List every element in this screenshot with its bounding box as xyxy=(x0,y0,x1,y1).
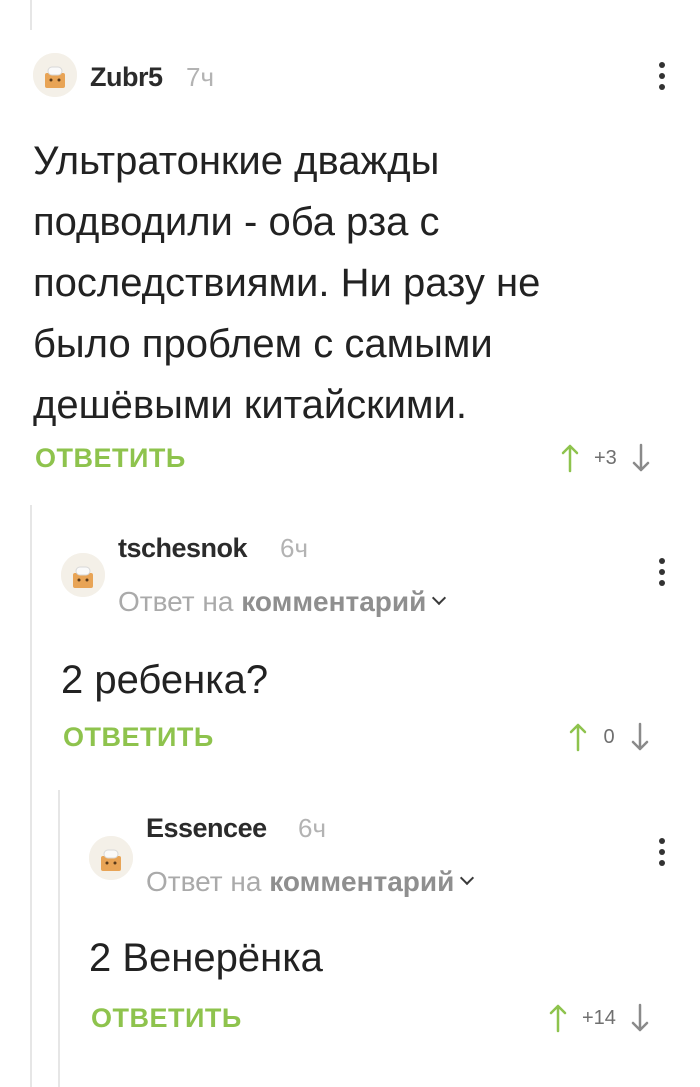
vote-controls: 0 xyxy=(568,720,650,754)
reply-to-link[interactable]: Ответ на комментарий xyxy=(118,586,447,618)
comment-time: 6ч xyxy=(280,533,309,563)
more-vertical-icon[interactable] xyxy=(657,558,667,592)
reply-to-prefix: Ответ на xyxy=(146,866,262,897)
thread-line-top xyxy=(30,0,32,30)
username[interactable]: tschesnok xyxy=(118,533,248,564)
more-vertical-icon[interactable] xyxy=(657,838,667,872)
comment-score: +14 xyxy=(582,1006,616,1029)
username[interactable]: Zubr5 xyxy=(90,62,163,93)
comment-text: 2 ребенка? xyxy=(61,658,269,702)
reply-button[interactable]: ОТВЕТИТЬ xyxy=(63,722,214,753)
comment-time: 6ч xyxy=(298,813,327,843)
thread-line-level-2 xyxy=(58,790,60,1087)
default-avatar-icon xyxy=(89,836,133,880)
comment-text: Ультратонкие дважды подводили - оба рза … xyxy=(33,139,541,427)
reply-to-link[interactable]: Ответ на комментарий xyxy=(146,866,475,898)
arrow-down-icon[interactable] xyxy=(631,443,651,473)
arrow-down-icon[interactable] xyxy=(630,722,650,752)
default-avatar-icon xyxy=(33,53,77,97)
arrow-down-icon[interactable] xyxy=(630,1003,650,1033)
reply-to-target[interactable]: комментарий xyxy=(241,586,426,617)
username[interactable]: Essencee xyxy=(146,813,267,844)
vote-controls: +14 xyxy=(548,1001,650,1035)
default-avatar-icon xyxy=(61,553,105,597)
comment-score: 0 xyxy=(603,725,615,748)
comment-time: 7ч xyxy=(186,62,215,92)
reply-button[interactable]: ОТВЕТИТЬ xyxy=(35,443,186,474)
more-vertical-icon[interactable] xyxy=(657,62,667,96)
reply-to-prefix: Ответ на xyxy=(118,586,234,617)
comment-text: 2 Венерёнка xyxy=(89,936,323,980)
reply-to-target[interactable]: комментарий xyxy=(269,866,454,897)
avatar[interactable] xyxy=(89,836,133,880)
reply-button[interactable]: ОТВЕТИТЬ xyxy=(91,1003,242,1034)
comment-score: +3 xyxy=(594,446,617,469)
avatar[interactable] xyxy=(33,53,77,97)
chevron-down-icon[interactable] xyxy=(460,870,475,886)
avatar[interactable] xyxy=(61,553,105,597)
thread-line-level-1 xyxy=(30,505,32,1087)
arrow-up-icon[interactable] xyxy=(560,443,580,473)
arrow-up-icon[interactable] xyxy=(568,722,588,752)
chevron-down-icon[interactable] xyxy=(432,590,447,606)
vote-controls: +3 xyxy=(560,441,651,475)
arrow-up-icon[interactable] xyxy=(548,1003,568,1033)
